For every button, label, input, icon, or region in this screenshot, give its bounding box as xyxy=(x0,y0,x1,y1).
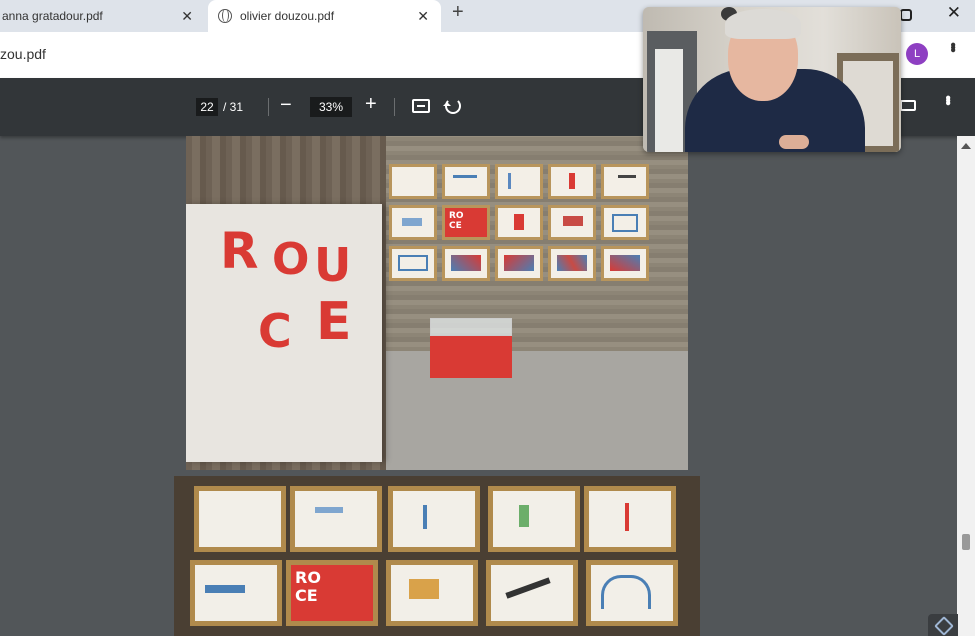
url-field[interactable]: zou.pdf xyxy=(0,46,46,62)
zoom-out-button[interactable]: − xyxy=(280,94,292,117)
display-case-glass xyxy=(430,318,512,336)
scrollbar-thumb[interactable] xyxy=(962,534,970,550)
framed-drawings-photo: RO CE xyxy=(174,476,700,636)
framed-drawing xyxy=(548,205,596,240)
framed-drawing xyxy=(584,486,676,552)
board-letter: E xyxy=(316,292,352,352)
framed-drawing xyxy=(388,486,480,552)
framed-drawing xyxy=(290,486,382,552)
tab-label: olivier douzou.pdf xyxy=(240,9,335,23)
framed-drawing xyxy=(442,164,490,199)
close-icon[interactable]: ✕ xyxy=(417,8,429,25)
framed-drawing xyxy=(190,560,282,626)
framed-drawing xyxy=(386,560,478,626)
board-letter: U xyxy=(314,238,352,292)
framed-drawing xyxy=(548,246,596,281)
toolbar-divider xyxy=(268,98,269,116)
tab-label: anna gratadour.pdf xyxy=(2,9,103,23)
tab-anna-gratadour[interactable]: anna gratadour.pdf ✕ xyxy=(0,0,205,32)
framed-drawing-red: RO CE xyxy=(442,205,490,240)
framed-drawing-red: RO CE xyxy=(286,560,378,626)
scrollbar[interactable] xyxy=(957,136,975,636)
maximize-icon[interactable] xyxy=(900,9,912,21)
framed-drawing xyxy=(601,164,649,199)
framed-drawing xyxy=(389,246,437,281)
board-letter: R xyxy=(220,222,259,280)
new-tab-button[interactable]: + xyxy=(452,1,464,24)
more-options-icon[interactable]: ••• xyxy=(938,95,956,103)
fit-page-icon[interactable] xyxy=(412,99,430,113)
page-total: / 31 xyxy=(223,100,244,114)
framed-drawing xyxy=(586,560,678,626)
framed-drawing xyxy=(194,486,286,552)
close-icon[interactable]: ✕ xyxy=(181,8,193,25)
floating-action-icon[interactable] xyxy=(928,614,958,636)
print-icon[interactable] xyxy=(900,100,916,111)
board-letter: O xyxy=(272,234,310,285)
video-call-pip[interactable] xyxy=(643,7,901,152)
tab-olivier-douzou[interactable]: olivier douzou.pdf ✕ xyxy=(208,0,441,32)
rotate-icon[interactable] xyxy=(443,98,461,114)
framed-drawing xyxy=(389,205,437,240)
scroll-up-icon[interactable] xyxy=(961,138,971,149)
framed-drawing xyxy=(488,486,580,552)
profile-avatar[interactable]: L xyxy=(906,43,928,65)
toolbar-divider xyxy=(394,98,395,116)
display-case-base xyxy=(430,336,512,378)
framed-drawing xyxy=(495,164,543,199)
framed-drawing xyxy=(495,205,543,240)
framed-drawing xyxy=(601,246,649,281)
zoom-in-button[interactable]: + xyxy=(365,93,377,116)
framed-drawing xyxy=(548,164,596,199)
framed-drawing xyxy=(389,164,437,199)
globe-icon xyxy=(218,9,232,23)
framed-drawing xyxy=(442,246,490,281)
rouge-board: R O U C E xyxy=(186,204,382,462)
page-number-input[interactable]: 22 xyxy=(196,98,218,116)
pip-person-hand xyxy=(779,135,809,149)
framed-drawing xyxy=(486,560,578,626)
framed-drawing xyxy=(601,205,649,240)
window-close-icon[interactable]: ✕ xyxy=(947,3,961,23)
zoom-input[interactable]: 33% xyxy=(310,97,352,117)
framed-drawing xyxy=(495,246,543,281)
browser-menu-icon[interactable]: ••• xyxy=(944,42,961,50)
exhibition-photo: R O U C E RO CE xyxy=(186,136,688,470)
board-letter: C xyxy=(258,304,292,358)
display-case xyxy=(430,318,512,378)
pip-person-hair xyxy=(725,9,801,39)
